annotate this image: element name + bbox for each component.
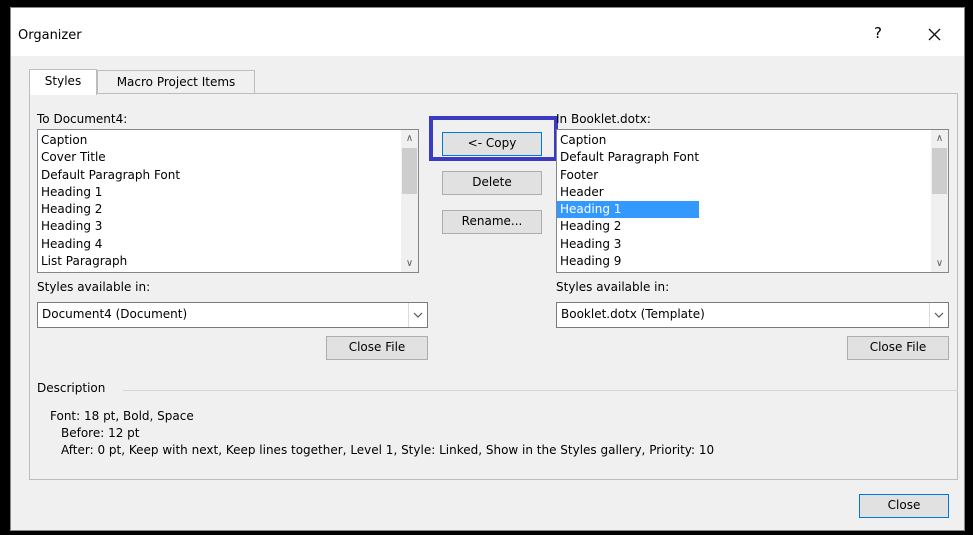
list-item[interactable]: Default Paragraph Font: [557, 149, 699, 166]
description-divider: [123, 390, 958, 391]
right-style-list[interactable]: Caption Default Paragraph Font Footer Heade…: [556, 129, 949, 273]
list-item[interactable]: Heading 9: [557, 253, 699, 270]
left-close-file-button[interactable]: Close File: [326, 336, 428, 360]
left-style-list[interactable]: Caption Cover Title Default Paragraph Font…: [37, 129, 419, 273]
copy-highlight-box: [429, 116, 558, 161]
in-template-label: In Booklet.dotx:: [556, 112, 651, 126]
right-styles-available-select[interactable]: Booklet.dotx (Template): [556, 302, 949, 328]
list-item[interactable]: Header: [557, 184, 699, 201]
description-line: Font: 18 pt, Bold, Space: [50, 409, 194, 423]
to-document-label: To Document4:: [37, 112, 128, 126]
list-item[interactable]: List Paragraph: [38, 253, 180, 270]
description-line: After: 0 pt, Keep with next, Keep lines …: [61, 443, 715, 457]
scroll-up-icon[interactable]: ∧: [401, 130, 418, 147]
list-item[interactable]: Heading 1: [557, 201, 700, 219]
list-item[interactable]: Footer: [557, 167, 699, 184]
title-bar: Organizer ?: [11, 8, 964, 56]
dialog-title: Organizer: [18, 28, 82, 43]
list-item[interactable]: Heading 3: [557, 236, 699, 253]
list-item[interactable]: Caption: [38, 132, 180, 149]
close-button[interactable]: Close: [859, 494, 949, 518]
scroll-down-icon[interactable]: ∨: [401, 255, 418, 272]
scroll-thumb[interactable]: [932, 148, 947, 194]
list-item[interactable]: Heading 4: [38, 236, 180, 253]
list-item[interactable]: Heading 1: [38, 184, 180, 201]
left-scrollbar[interactable]: ∧ ∨: [401, 130, 418, 272]
tab-macro-project-items[interactable]: Macro Project Items: [97, 70, 255, 94]
delete-button[interactable]: Delete: [442, 171, 542, 195]
right-scrollbar[interactable]: ∧ ∨: [931, 130, 948, 272]
list-item[interactable]: Cover Title: [38, 149, 180, 166]
list-item[interactable]: Default Paragraph Font: [38, 167, 180, 184]
rename-button[interactable]: Rename...: [442, 210, 542, 234]
scroll-down-icon[interactable]: ∨: [931, 255, 948, 272]
list-item[interactable]: Heading 2: [38, 201, 180, 218]
right-available-label: Styles available in:: [556, 280, 670, 294]
left-available-label: Styles available in:: [37, 280, 151, 294]
description-line: Before: 12 pt: [61, 426, 140, 440]
close-icon[interactable]: [923, 24, 947, 46]
list-item[interactable]: Caption: [557, 132, 699, 149]
left-styles-available-select[interactable]: Document4 (Document): [37, 302, 428, 328]
organizer-dialog: Organizer ? Styles Macro Project Items T…: [10, 7, 965, 531]
list-item[interactable]: Heading 3: [38, 218, 180, 235]
tab-styles[interactable]: Styles: [29, 69, 97, 95]
chevron-down-icon[interactable]: [408, 303, 427, 327]
left-available-value: Document4 (Document): [42, 307, 188, 321]
scroll-up-icon[interactable]: ∧: [931, 130, 948, 147]
chevron-down-icon[interactable]: [929, 303, 948, 327]
scroll-thumb[interactable]: [402, 148, 417, 194]
help-button[interactable]: ?: [868, 24, 888, 44]
right-available-value: Booklet.dotx (Template): [561, 307, 705, 321]
list-item[interactable]: Heading 2: [557, 218, 699, 235]
right-close-file-button[interactable]: Close File: [847, 336, 949, 360]
description-label: Description: [37, 381, 106, 395]
